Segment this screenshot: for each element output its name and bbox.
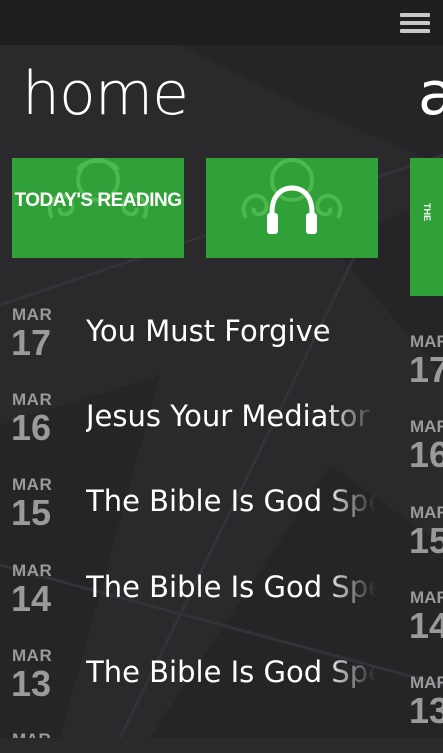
- tile-label: TODAY'S READING: [14, 190, 183, 211]
- date-day: 14: [410, 605, 443, 646]
- list-item[interactable]: MAR 17 You Must Forgive: [0, 305, 380, 390]
- reading-title: The Bible Is God Speaking: [86, 484, 376, 518]
- next-list-item[interactable]: MAR 13: [410, 673, 443, 753]
- todays-reading-tile[interactable]: TODAY'S READING: [12, 158, 184, 258]
- date-day: 16: [11, 407, 52, 448]
- reading-title: The Bible Is God Speaking: [86, 655, 376, 689]
- date-day: 14: [11, 578, 52, 619]
- app-bar: [0, 0, 443, 45]
- headphones-icon: [267, 185, 317, 234]
- list-item[interactable]: MAR 14 The Bible Is God Speaking: [0, 561, 380, 646]
- reading-title: You Must Forgive: [86, 314, 331, 348]
- date-day: 17: [410, 349, 443, 390]
- list-item[interactable]: MAR 16 Jesus Your Mediator: [0, 390, 380, 475]
- next-panorama-title-peek[interactable]: a: [418, 58, 443, 130]
- reading-title: The Bible Is God Speaking: [86, 570, 376, 604]
- list-item[interactable]: MAR 15 The Bible Is God Speaking: [0, 475, 380, 560]
- date-day: 15: [11, 492, 52, 533]
- list-item[interactable]: MAR 13 The Bible Is God Speaking: [0, 646, 380, 731]
- panorama-title: home: [22, 59, 189, 129]
- tile-label: THE: [422, 203, 432, 221]
- next-list-item[interactable]: MAR 14: [410, 588, 443, 668]
- hamburger-icon: [400, 13, 430, 33]
- date-day: 13: [11, 663, 52, 704]
- menu-button[interactable]: [399, 10, 431, 36]
- reading-title: Jesus Your Mediator: [86, 399, 370, 433]
- date-day: 16: [410, 434, 443, 475]
- audio-tile[interactable]: [206, 158, 378, 258]
- date-day: 15: [410, 520, 443, 561]
- next-list-item[interactable]: MAR 16: [410, 417, 443, 497]
- next-list-item[interactable]: MAR 17: [410, 332, 443, 412]
- date-day: 17: [11, 322, 52, 363]
- partial-list-item-month: MAR: [12, 731, 51, 738]
- next-list-item[interactable]: MAR 15: [410, 503, 443, 583]
- next-section-tile[interactable]: THE: [410, 158, 443, 296]
- date-day: 13: [410, 690, 443, 731]
